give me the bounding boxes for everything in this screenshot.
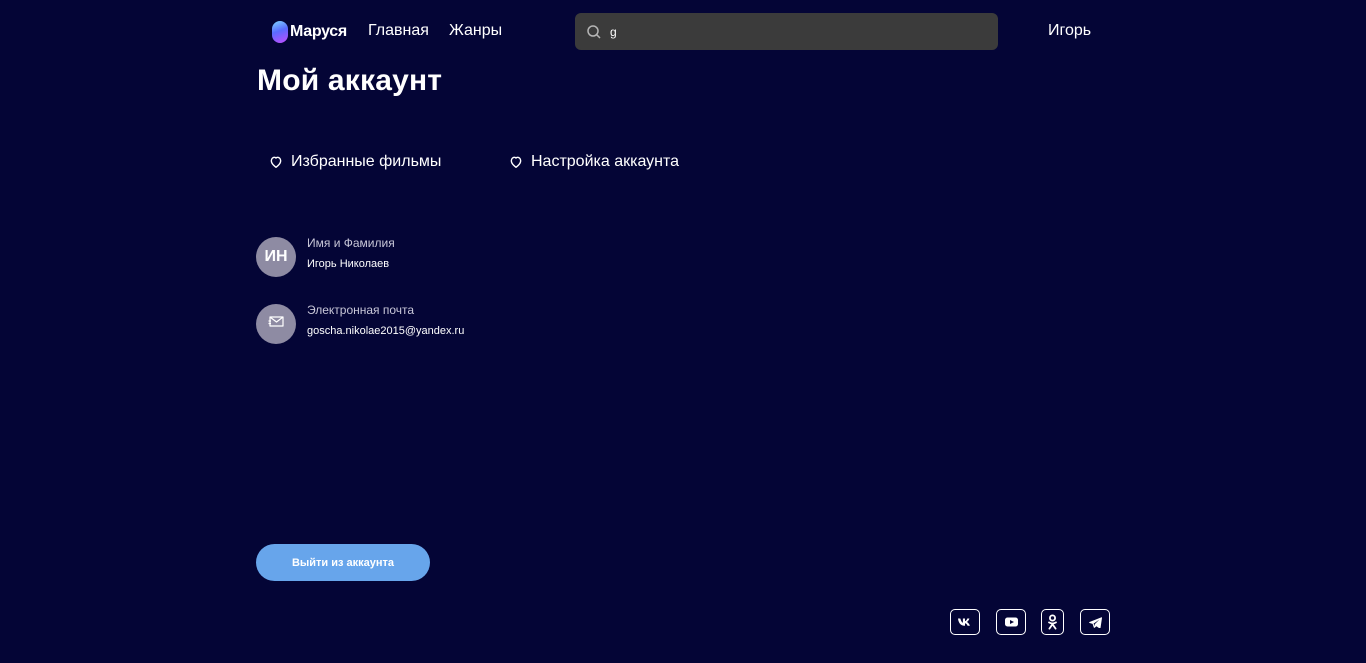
profile-name-text: Имя и Фамилия Игорь Николаев	[307, 236, 395, 270]
logo-mark-icon	[272, 21, 288, 43]
logo[interactable]: Маруся	[272, 20, 347, 44]
search-icon	[586, 24, 602, 40]
search-bar[interactable]	[575, 13, 998, 50]
header: Маруся Главная Жанры Игорь	[0, 0, 1366, 64]
avatar-initials: ИН	[256, 237, 296, 277]
profile-email-label: Электронная почта	[307, 303, 415, 317]
account-page: Маруся Главная Жанры Игорь Мой аккаунт И…	[0, 0, 1366, 663]
odnoklassniki-link[interactable]	[1041, 609, 1064, 635]
tab-settings-label: Настройка аккаунта	[531, 153, 680, 170]
nav-genres-link[interactable]: Жанры	[449, 22, 502, 40]
tab-favorites-label: Избранные фильмы	[291, 153, 442, 170]
odnoklassniki-icon	[1047, 614, 1058, 630]
email-avatar	[256, 304, 296, 344]
heart-icon	[509, 155, 523, 169]
profile-email-text: Электронная почта goscha.nikolae2015@yan…	[307, 303, 465, 337]
search-input[interactable]	[610, 24, 990, 39]
logo-text: Маруся	[290, 23, 347, 40]
telegram-icon	[1088, 616, 1102, 628]
logout-button[interactable]: Выйти из аккаунта	[256, 544, 430, 581]
heart-icon	[269, 155, 283, 169]
vk-link[interactable]	[950, 609, 980, 635]
page-title: Мой аккаунт	[257, 64, 443, 97]
profile-email-value: goscha.nikolae2015@yandex.ru	[307, 325, 465, 337]
profile-name-row: ИН Имя и Фамилия Игорь Николаев	[256, 236, 395, 277]
youtube-link[interactable]	[996, 609, 1026, 635]
telegram-link[interactable]	[1080, 609, 1110, 635]
vk-icon	[958, 618, 972, 627]
mail-icon	[268, 315, 284, 334]
nav-home-link[interactable]: Главная	[368, 22, 429, 40]
tab-favorites[interactable]: Избранные фильмы	[269, 153, 441, 171]
user-profile-link[interactable]: Игорь	[1048, 22, 1091, 40]
tab-settings[interactable]: Настройка аккаунта	[509, 153, 679, 171]
profile-email-row: Электронная почта goscha.nikolae2015@yan…	[256, 303, 465, 344]
youtube-icon	[1004, 617, 1018, 627]
profile-name-value: Игорь Николаев	[307, 258, 390, 270]
profile-name-label: Имя и Фамилия	[307, 236, 395, 250]
